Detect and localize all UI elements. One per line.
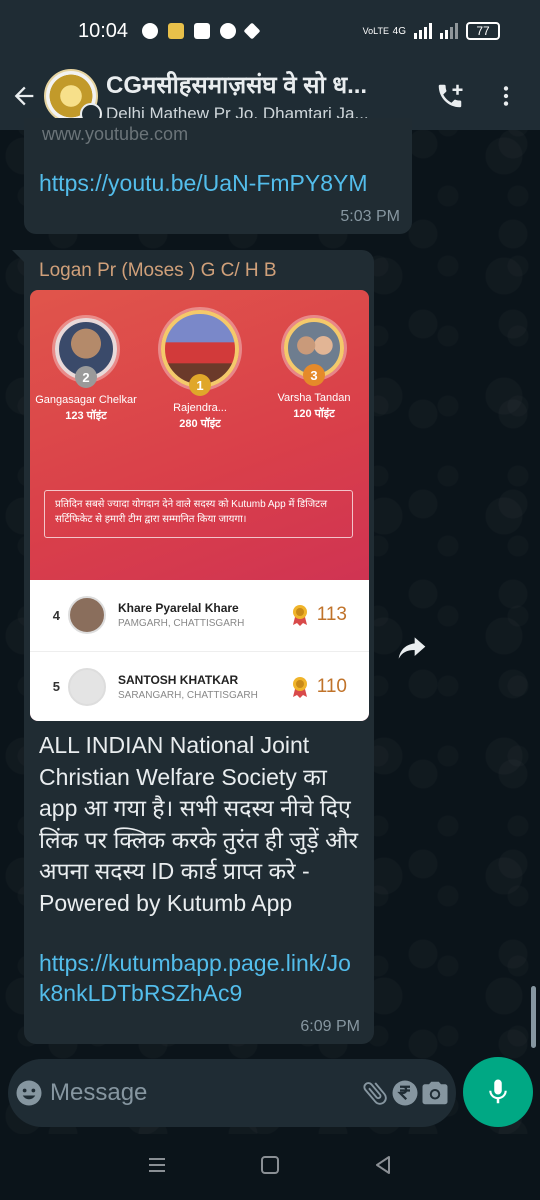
- row-score: 113: [316, 604, 347, 625]
- fan-icon: [142, 23, 159, 39]
- link-preview-domain: www.youtube.com: [42, 124, 189, 144]
- volte-icon: VoLTE: [362, 25, 390, 36]
- rank-badge: 3: [303, 364, 325, 386]
- emoji-button[interactable]: [14, 1059, 44, 1127]
- system-nav-bar: [0, 1134, 540, 1200]
- medal-icon: [292, 605, 307, 626]
- podium-third: 3 Varsha Tandan 120 पॉइंट: [266, 318, 362, 421]
- podium-name: Gangasagar Chelkar: [35, 394, 137, 406]
- more-options-button[interactable]: [480, 62, 532, 130]
- attach-button[interactable]: [360, 1059, 390, 1127]
- status-time: 10:04: [78, 19, 129, 42]
- message-link[interactable]: https://youtu.be/UaN-FmPY8YM: [39, 170, 368, 197]
- status-bar: 10:04 VoLTE 4G 77: [0, 0, 540, 62]
- message-input[interactable]: [48, 1073, 360, 1113]
- row-score: 110: [316, 675, 347, 697]
- message-time: 5:03 PM: [340, 208, 400, 225]
- home-square-icon: [260, 1155, 279, 1174]
- row-rank: 4: [52, 607, 60, 623]
- chat-title-block[interactable]: CGमसीहसमाज़संघ वे सो ध... Delhi Mathew P…: [106, 68, 406, 124]
- mic-icon: [489, 1079, 507, 1104]
- message-bubble[interactable]: Logan Pr (Moses ) G C/ H B 2 Gangasagar …: [24, 250, 374, 1044]
- row-name: SANTOSH KHATKAR: [118, 672, 239, 687]
- row-rank: 5: [52, 679, 60, 694]
- back-arrow-icon: [14, 86, 34, 106]
- podium-second: 2 Gangasagar Chelkar 123 पॉइंट: [34, 318, 138, 423]
- list-item: 5 SANTOSH KHATKAR SARANGARH, CHATTISGARH…: [30, 651, 369, 721]
- message-time: 6:09 PM: [300, 1018, 360, 1035]
- cleaner-icon: [243, 22, 261, 40]
- back-triangle-icon: [376, 1155, 391, 1174]
- rank-badge: 2: [75, 366, 97, 388]
- add-call-button[interactable]: [424, 62, 476, 130]
- chrome-icon: [220, 23, 237, 39]
- podium-points: 280 पॉइंट: [179, 418, 221, 430]
- app-notification-icon: [168, 23, 185, 39]
- podium-name: Varsha Tandan: [277, 392, 351, 404]
- avatar: [68, 596, 106, 634]
- group-avatar[interactable]: [44, 69, 102, 125]
- podium-points: 120 पॉइंट: [293, 408, 335, 420]
- message-bubble[interactable]: www.youtube.com https://youtu.be/UaN-FmP…: [24, 118, 412, 234]
- recents-button[interactable]: [146, 1154, 168, 1181]
- notification-icons: [142, 22, 261, 40]
- forward-icon: [398, 637, 426, 659]
- network-type: 4G: [392, 25, 406, 37]
- back-nav-button[interactable]: [372, 1154, 394, 1181]
- battery-icon: 77: [466, 22, 500, 40]
- scrollbar[interactable]: [531, 986, 536, 1048]
- certificate-notice: प्रतिदिन सबसे ज्यादा योगदान देने वाले सद…: [44, 490, 353, 538]
- rupee-icon: [392, 1080, 418, 1106]
- menu-icon: [148, 1157, 165, 1172]
- message-link[interactable]: https://kutumbapp.page.link/Jok8nkLDTbRS…: [39, 948, 359, 1008]
- leaderboard-image[interactable]: 2 Gangasagar Chelkar 123 पॉइंट 1 Rajendr…: [30, 290, 369, 721]
- row-location: SARANGARH, CHATTISGARH: [118, 689, 258, 701]
- podium-first: 1 Rajendra... 280 पॉइंट: [155, 310, 245, 431]
- medal-icon: [292, 676, 307, 698]
- more-vert-icon: [503, 86, 509, 106]
- row-name: Khare Pyarelal Khare: [118, 601, 239, 615]
- row-location: PAMGARH, CHATTISGARH: [118, 618, 245, 629]
- sender-name[interactable]: Logan Pr (Moses ) G C/ H B: [39, 260, 277, 282]
- avatar-placeholder: [68, 667, 106, 706]
- chat-title: CGमसीहसमाज़संघ वे सो ध...: [106, 72, 368, 99]
- add-call-icon: [438, 84, 463, 108]
- leaderboard-list: 4 Khare Pyarelal Khare PAMGARH, CHATTISG…: [30, 580, 369, 721]
- payment-button[interactable]: [390, 1059, 420, 1127]
- message-composer: [8, 1059, 456, 1127]
- signal-icon-2: [440, 23, 458, 39]
- rank-badge: 1: [189, 374, 211, 396]
- camera-button[interactable]: [420, 1059, 450, 1127]
- home-button[interactable]: [259, 1154, 281, 1181]
- podium-points: 123 पॉइंट: [65, 410, 107, 422]
- attach-icon: [363, 1082, 387, 1105]
- voice-message-button[interactable]: [463, 1057, 533, 1127]
- podium-name: Rajendra...: [173, 402, 227, 414]
- forward-button[interactable]: [390, 630, 434, 666]
- emoji-icon: [16, 1080, 42, 1106]
- list-item: 4 Khare Pyarelal Khare PAMGARH, CHATTISG…: [30, 580, 369, 650]
- message-text: ALL INDIAN National Joint Christian Welf…: [39, 732, 359, 916]
- signal-icon: [414, 23, 432, 39]
- camera-icon: [422, 1081, 448, 1105]
- youtube-icon: [194, 23, 211, 39]
